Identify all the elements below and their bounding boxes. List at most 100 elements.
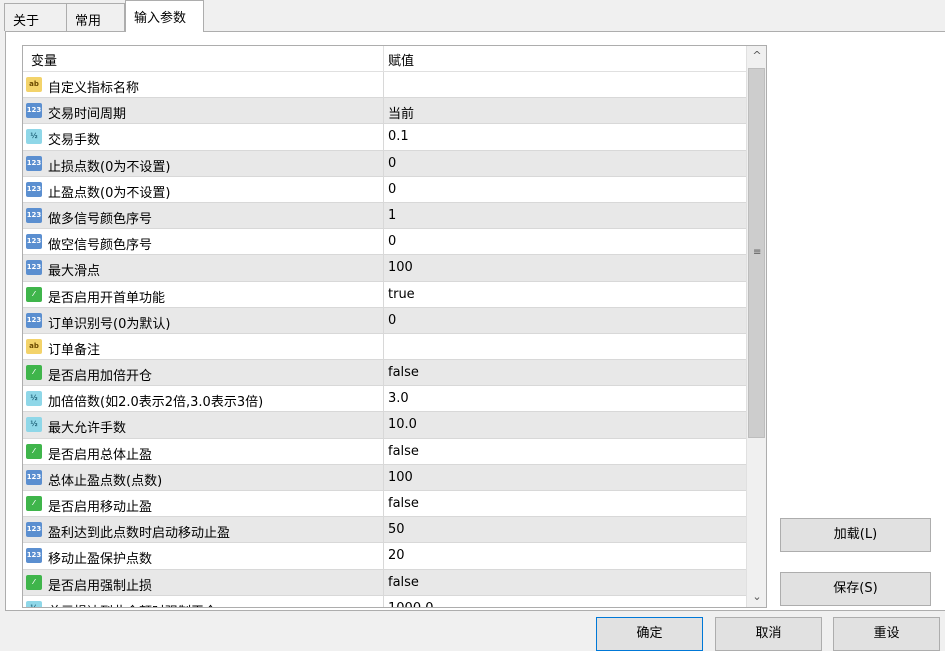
reset-button[interactable]: 重设 (833, 617, 940, 651)
vertical-scrollbar[interactable]: ^ ≡ ⌄ (746, 46, 766, 607)
save-button[interactable]: 保存(S) (780, 572, 931, 606)
parameter-name: 盈利达到此点数时启动移动止盈 (48, 526, 231, 542)
scrollbar-thumb[interactable]: ≡ (748, 68, 765, 438)
cell-divider (383, 491, 384, 517)
parameter-row[interactable]: ⁄ 是否启用总体止盈 false (23, 438, 746, 465)
parameter-value[interactable]: 1 (388, 208, 396, 223)
parameter-row[interactable]: 123 止盈点数(0为不设置) 0 (23, 176, 746, 203)
parameter-name: 最大滑点 (48, 264, 101, 280)
load-button[interactable]: 加载(L) (780, 518, 931, 552)
tab-about[interactable]: 关于 (4, 3, 67, 31)
scroll-down-icon[interactable]: ⌄ (747, 587, 766, 607)
column-header-value[interactable]: 赋值 (388, 50, 414, 69)
tab-bar: 关于 常用 输入参数 (0, 0, 945, 32)
parameter-value[interactable]: 当前 (388, 103, 414, 122)
parameter-row[interactable]: 123 订单识别号(0为默认) 0 (23, 307, 746, 334)
parameter-value[interactable]: 0 (388, 313, 396, 328)
cell-divider (383, 124, 384, 151)
parameter-value[interactable]: false (388, 444, 419, 459)
column-header-variable[interactable]: 变量 (31, 50, 57, 69)
type-dbl-icon: ½ (26, 417, 42, 433)
parameter-row[interactable]: ⁄ 是否启用开首单功能 true (23, 281, 746, 308)
parameter-name: 做多信号颜色序号 (48, 211, 153, 227)
type-dbl-icon: ½ (26, 391, 42, 407)
type-int-icon: 123 (26, 312, 42, 328)
parameter-row[interactable]: 123 最大滑点 100 (23, 255, 746, 282)
parameter-value[interactable]: 100 (388, 260, 413, 275)
type-int-icon: 123 (26, 181, 42, 197)
parameter-value[interactable]: 20 (388, 548, 405, 563)
cell-divider (383, 202, 384, 229)
type-str-icon: ab (26, 338, 42, 354)
cell-divider (383, 281, 384, 308)
parameter-row[interactable]: ½ 总亏损达到此金额时强制平仓 1000.0 (23, 595, 746, 607)
type-int-icon: 123 (26, 548, 42, 564)
parameter-name: 是否启用开首单功能 (48, 290, 166, 306)
parameter-value[interactable]: 0.1 (388, 129, 409, 144)
parameter-row[interactable]: 123 盈利达到此点数时启动移动止盈 50 (23, 517, 746, 544)
type-bool-icon: ⁄ (26, 365, 42, 381)
type-int-icon: 123 (26, 103, 42, 119)
parameter-value[interactable]: 50 (388, 522, 405, 537)
tab-inputs[interactable]: 输入参数 (125, 0, 204, 32)
grip-icon: ≡ (753, 247, 762, 258)
parameter-name: 总体止盈点数(点数) (48, 473, 163, 489)
cell-divider (383, 150, 384, 177)
tab-common[interactable]: 常用 (66, 3, 125, 31)
cell-divider (383, 255, 384, 282)
parameter-value[interactable]: 0 (388, 156, 396, 171)
parameter-row[interactable]: ⁄ 是否启用强制止损 false (23, 569, 746, 596)
parameter-value[interactable]: 100 (388, 470, 413, 485)
type-dbl-icon: ½ (26, 600, 42, 607)
ok-button[interactable]: 确定 (596, 617, 703, 651)
cell-divider (383, 464, 384, 491)
parameter-value[interactable]: false (388, 575, 419, 590)
parameter-row[interactable]: ½ 加倍倍数(如2.0表示2倍,3.0表示3倍) 3.0 (23, 386, 746, 413)
parameter-name: 最大允许手数 (48, 421, 127, 437)
parameter-row[interactable]: 123 移动止盈保护点数 20 (23, 543, 746, 570)
parameter-row[interactable]: 123 总体止盈点数(点数) 100 (23, 464, 746, 491)
cell-divider (383, 595, 384, 607)
type-int-icon: 123 (26, 469, 42, 485)
column-divider[interactable] (383, 46, 384, 72)
parameter-value[interactable]: 0 (388, 182, 396, 197)
cell-divider (383, 333, 384, 360)
cell-divider (383, 229, 384, 256)
parameter-name: 是否启用总体止盈 (48, 447, 153, 463)
type-int-icon: 123 (26, 260, 42, 276)
parameter-value[interactable]: 3.0 (388, 391, 409, 406)
parameter-row[interactable]: ⁄ 是否启用移动止盈 false (23, 491, 746, 518)
type-int-icon: 123 (26, 234, 42, 250)
parameter-name: 是否启用移动止盈 (48, 500, 153, 515)
parameter-row[interactable]: ½ 最大允许手数 10.0 (23, 412, 746, 439)
parameter-name: 交易时间周期 (48, 107, 127, 123)
parameter-name: 做空信号颜色序号 (48, 238, 153, 254)
scroll-up-icon[interactable]: ^ (747, 46, 766, 66)
type-int-icon: 123 (26, 522, 42, 538)
cancel-button[interactable]: 取消 (715, 617, 822, 651)
parameter-value[interactable]: 1000.0 (388, 601, 434, 607)
parameter-row[interactable]: 123 做空信号颜色序号 0 (23, 229, 746, 256)
type-bool-icon: ⁄ (26, 496, 42, 511)
parameter-name: 订单备注 (48, 342, 101, 358)
cell-divider (383, 176, 384, 203)
parameter-row[interactable]: 123 做多信号颜色序号 1 (23, 202, 746, 230)
cell-divider (383, 386, 384, 413)
parameter-value[interactable]: false (388, 496, 419, 511)
parameter-value[interactable]: false (388, 365, 419, 380)
parameter-value[interactable]: 10.0 (388, 417, 417, 432)
parameter-value[interactable]: 0 (388, 234, 396, 249)
parameter-row[interactable]: 123 止损点数(0为不设置) 0 (23, 150, 746, 177)
cell-divider (383, 360, 384, 387)
parameter-row[interactable]: ⁄ 是否启用加倍开仓 false (23, 360, 746, 387)
parameter-value[interactable]: true (388, 287, 415, 302)
parameter-row[interactable]: ab 订单备注 (23, 333, 746, 361)
parameter-row[interactable]: 123 交易时间周期 当前 (23, 98, 746, 125)
parameter-name: 交易手数 (48, 133, 101, 149)
cell-divider (383, 72, 384, 98)
cell-divider (383, 98, 384, 125)
parameter-row[interactable]: ab 自定义指标名称 (23, 72, 746, 99)
parameter-name: 移动止盈保护点数 (48, 552, 153, 568)
parameter-row[interactable]: ½ 交易手数 0.1 (23, 124, 746, 151)
parameter-name: 自定义指标名称 (48, 81, 140, 96)
